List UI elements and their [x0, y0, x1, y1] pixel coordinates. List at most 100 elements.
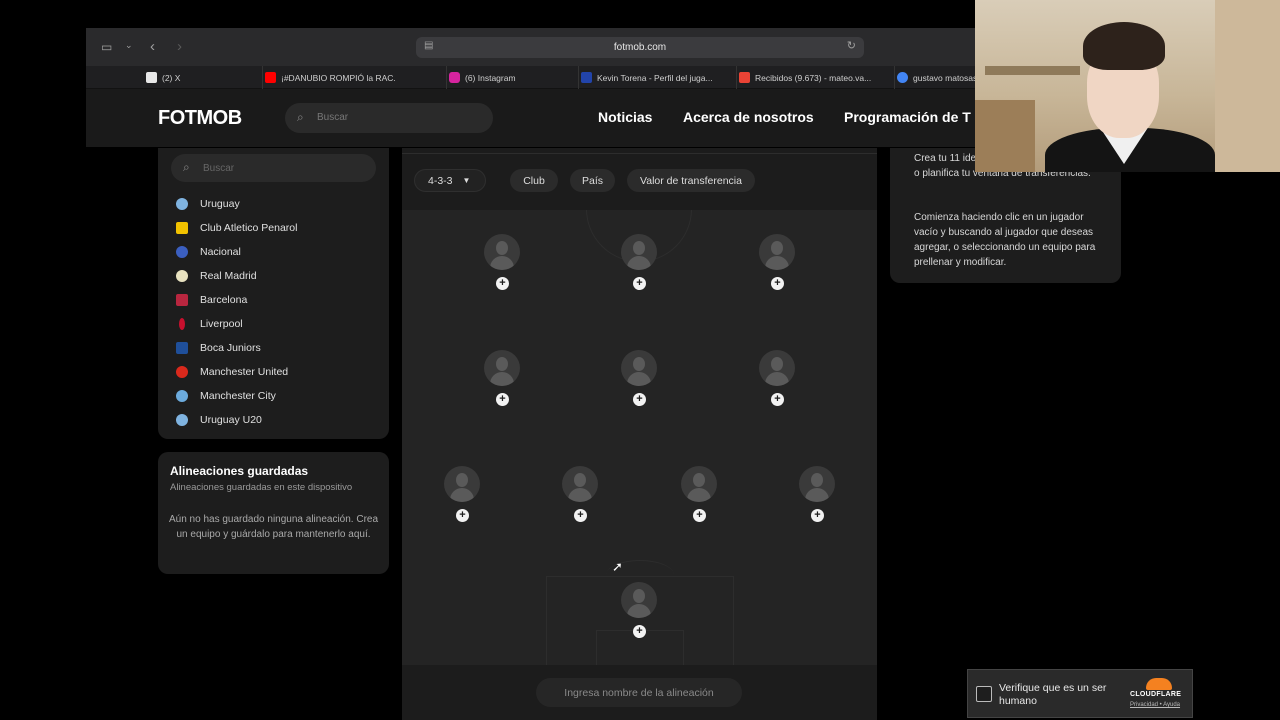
team-item-real-madrid[interactable]: Real Madrid	[176, 266, 257, 286]
player-avatar-icon	[562, 466, 598, 502]
team-item-boca[interactable]: Boca Juniors	[176, 338, 261, 358]
player-slot[interactable]: +	[759, 234, 795, 290]
team-name: Nacional	[200, 246, 241, 258]
mouse-cursor-icon: ➚	[612, 559, 623, 574]
player-avatar-icon	[484, 350, 520, 386]
tab-label: Recibidos (9.673) - mateo.va...	[755, 72, 872, 83]
tab-label: gustavo matosas	[913, 72, 975, 83]
flag-icon	[176, 414, 188, 426]
player-avatar-icon	[621, 582, 657, 618]
captcha-widget: Verifique que es un ser humano CLOUDFLAR…	[967, 669, 1193, 718]
nav-programacion[interactable]: Programación de T	[844, 109, 971, 125]
add-player-icon[interactable]: +	[574, 509, 587, 522]
search-placeholder: Buscar	[317, 112, 349, 123]
team-name: Boca Juniors	[200, 342, 261, 354]
sidebar-toggle-icon[interactable]: ▭	[101, 41, 112, 53]
add-player-icon[interactable]: +	[771, 393, 784, 406]
team-item-man-united[interactable]: Manchester United	[176, 362, 288, 382]
saved-subtitle: Alineaciones guardadas en este dispositi…	[170, 482, 353, 493]
chevron-down-icon[interactable]: ⌄	[125, 41, 133, 50]
header-search-input[interactable]: ⌕ Buscar	[285, 103, 493, 133]
browser-tab[interactable]: (6) Instagram	[446, 66, 578, 89]
add-player-icon[interactable]: +	[456, 509, 469, 522]
crest-icon	[176, 294, 188, 306]
lineup-name-input[interactable]: Ingresa nombre de la alineación	[536, 678, 742, 707]
tab-label: ¡#DANUBIO ROMPIÓ la RAC...	[281, 72, 396, 83]
add-player-icon[interactable]: +	[771, 277, 784, 290]
search-placeholder: Buscar	[203, 163, 235, 174]
team-item-penarol[interactable]: Club Atletico Penarol	[176, 218, 297, 238]
add-player-icon[interactable]: +	[693, 509, 706, 522]
team-item-uruguay-u20[interactable]: Uruguay U20	[176, 410, 262, 430]
team-name: Manchester City	[200, 390, 276, 402]
browser-tab[interactable]: (2) X	[144, 66, 269, 89]
player-slot[interactable]: +	[621, 234, 657, 290]
back-icon[interactable]: ‹	[150, 39, 155, 54]
youtube-icon	[265, 72, 276, 83]
gmail-icon	[739, 72, 750, 83]
player-slot[interactable]: +	[484, 350, 520, 406]
team-name: Club Atletico Penarol	[200, 222, 298, 234]
player-avatar-icon	[759, 350, 795, 386]
cloudflare-icon	[1146, 678, 1172, 690]
player-avatar-icon	[484, 234, 520, 270]
add-player-icon[interactable]: +	[633, 277, 646, 290]
filter-valor-button[interactable]: Valor de transferencia	[627, 169, 755, 192]
team-list-panel: ⌕ Buscar Uruguay Club Atletico Penarol N…	[158, 148, 389, 439]
player-avatar-icon	[799, 466, 835, 502]
forward-icon[interactable]: ›	[177, 39, 182, 54]
team-item-liverpool[interactable]: Liverpool	[176, 314, 243, 334]
url-text: fotmob.com	[613, 42, 667, 53]
team-search-input[interactable]: ⌕ Buscar	[171, 154, 376, 182]
tab-label: Kevin Torena - Perfil del juga...	[597, 72, 713, 83]
reload-icon[interactable]: ↻	[847, 41, 856, 52]
add-player-icon[interactable]: +	[496, 277, 509, 290]
browser-tab[interactable]: Kevin Torena - Perfil del juga...	[578, 66, 732, 89]
crest-icon	[176, 270, 188, 282]
player-slot[interactable]: +	[444, 466, 480, 522]
team-item-barcelona[interactable]: Barcelona	[176, 290, 247, 310]
filter-club-button[interactable]: Club	[510, 169, 558, 192]
url-bar[interactable]: ▤ fotmob.com ↻	[416, 37, 864, 58]
crest-icon	[176, 246, 188, 258]
add-player-icon[interactable]: +	[633, 625, 646, 638]
site-icon	[581, 72, 592, 83]
divider	[402, 153, 877, 154]
add-player-icon[interactable]: +	[633, 393, 646, 406]
saved-lineups-panel: Alineaciones guardadas Alineaciones guar…	[158, 452, 389, 574]
player-avatar-icon	[681, 466, 717, 502]
tab-label: (6) Instagram	[465, 72, 516, 83]
captcha-checkbox[interactable]	[976, 686, 992, 702]
add-player-icon[interactable]: +	[496, 393, 509, 406]
browser-tab[interactable]: ¡#DANUBIO ROMPIÓ la RAC...	[262, 66, 396, 89]
formation-select[interactable]: 4-3-3 ▼	[414, 169, 486, 192]
player-slot[interactable]: +	[621, 350, 657, 406]
browser-tab[interactable]: gustavo matosas	[894, 66, 975, 89]
player-slot[interactable]: +	[484, 234, 520, 290]
player-slot[interactable]: +	[562, 466, 598, 522]
pitch: + + + + + + + + + + + ➚	[402, 210, 877, 665]
flag-icon	[176, 198, 188, 210]
team-name: Real Madrid	[200, 270, 257, 282]
crest-icon	[179, 318, 185, 330]
player-avatar-icon	[444, 466, 480, 502]
page-menu-icon[interactable]: ▤	[424, 41, 433, 51]
nav-noticias[interactable]: Noticias	[598, 109, 652, 125]
fotmob-logo[interactable]: FOTMOB	[158, 107, 242, 130]
player-slot-goalkeeper[interactable]: +	[621, 582, 657, 638]
nav-acerca[interactable]: Acerca de nosotros	[683, 109, 814, 125]
player-slot[interactable]: +	[799, 466, 835, 522]
player-slot[interactable]: +	[759, 350, 795, 406]
saved-empty-message: Aún no has guardado ninguna alineación. …	[168, 514, 379, 540]
team-item-nacional[interactable]: Nacional	[176, 242, 241, 262]
captcha-links[interactable]: Privacidad • Ayuda	[1130, 702, 1180, 708]
team-item-uruguay[interactable]: Uruguay	[176, 194, 240, 214]
team-name: Uruguay	[200, 198, 240, 210]
team-item-man-city[interactable]: Manchester City	[176, 386, 276, 406]
add-player-icon[interactable]: +	[811, 509, 824, 522]
filter-pais-button[interactable]: País	[570, 169, 615, 192]
lineup-builder: 4-3-3 ▼ Club País Valor de transferencia…	[402, 148, 877, 720]
browser-tab[interactable]: Recibidos (9.673) - mateo.va...	[736, 66, 884, 89]
player-slot[interactable]: +	[681, 466, 717, 522]
search-icon: ⌕	[183, 160, 190, 174]
